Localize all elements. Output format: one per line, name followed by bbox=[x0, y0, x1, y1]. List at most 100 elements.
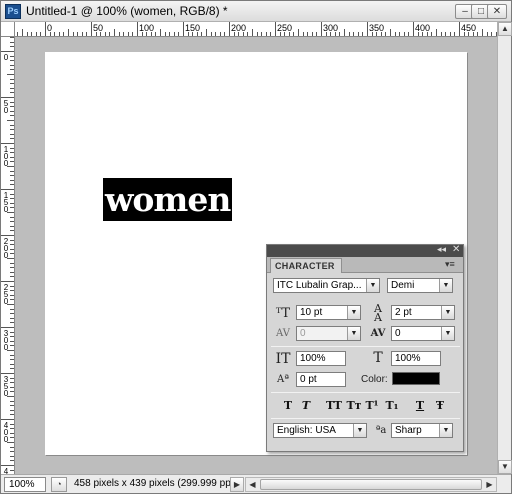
scroll-right-arrow[interactable]: ▶ bbox=[483, 478, 496, 491]
ruler-label: 400 bbox=[415, 23, 431, 33]
ruler-label: 400 bbox=[3, 421, 9, 444]
font-size-icon: ᵀT bbox=[275, 306, 291, 321]
tab-character[interactable]: CHARACTER bbox=[270, 258, 342, 273]
all-caps-button[interactable]: TT bbox=[325, 399, 343, 413]
tracking-value: 0 bbox=[395, 328, 401, 339]
ruler-tick bbox=[35, 32, 37, 36]
ruler-tick bbox=[293, 32, 295, 36]
kerning-field[interactable]: 0 ▼ bbox=[296, 326, 361, 341]
scroll-left-arrow[interactable]: ◀ bbox=[246, 478, 259, 491]
window-title: Untitled-1 @ 100% (women, RGB/8) * bbox=[26, 4, 228, 18]
font-size-field[interactable]: 10 pt ▼ bbox=[296, 305, 361, 320]
ruler-tick bbox=[1, 465, 14, 466]
ruler-tick bbox=[68, 29, 69, 36]
panel-header-bar[interactable]: ◂◂ ✕ bbox=[267, 244, 463, 257]
canvas-area: women ◂◂ ✕ CHARACTER ▾≡ ITC Lubalin Grap… bbox=[15, 38, 497, 474]
ruler-tick bbox=[344, 29, 345, 36]
ruler-label: 0 bbox=[47, 23, 53, 33]
ruler-tick bbox=[403, 32, 405, 36]
scrollbar-thumb[interactable] bbox=[260, 479, 482, 490]
ruler-tick bbox=[183, 22, 184, 36]
faux-bold-button[interactable]: T bbox=[281, 399, 295, 413]
ruler-tick bbox=[399, 32, 401, 36]
ruler-tick bbox=[491, 32, 493, 36]
ruler-tick bbox=[459, 22, 460, 36]
resize-grip[interactable] bbox=[497, 477, 511, 492]
text-layer-women[interactable]: women bbox=[103, 178, 233, 221]
language-value: English: USA bbox=[277, 425, 336, 436]
superscript-button[interactable]: T¹ bbox=[365, 399, 379, 413]
ruler-tick bbox=[72, 32, 74, 36]
strikethrough-button[interactable]: Ŧ bbox=[433, 399, 447, 413]
close-panel-icon[interactable]: ✕ bbox=[452, 244, 460, 255]
font-style-select[interactable]: Demi ▼ bbox=[387, 278, 453, 293]
baseline-shift-value: 0 pt bbox=[300, 374, 317, 385]
font-style-value: Demi bbox=[391, 280, 415, 291]
ruler-tick bbox=[298, 29, 299, 36]
ruler-label: 50 bbox=[3, 99, 9, 115]
vertical-scrollbar[interactable]: ▲ ▼ bbox=[497, 22, 512, 474]
ruler-tick bbox=[137, 22, 138, 36]
ruler-tick bbox=[86, 32, 88, 36]
ruler-tick bbox=[385, 32, 387, 36]
photoshop-app-icon: Ps bbox=[5, 4, 21, 19]
close-button[interactable]: ✕ bbox=[487, 4, 507, 19]
ruler-tick bbox=[7, 120, 14, 121]
language-select[interactable]: English: USA ▼ bbox=[273, 423, 367, 438]
panel-menu-icon[interactable]: ▾≡ bbox=[445, 259, 455, 270]
anti-alias-select[interactable]: Sharp ▼ bbox=[391, 423, 453, 438]
ruler-tick bbox=[436, 29, 437, 36]
ruler-label: 350 bbox=[3, 375, 9, 398]
chevron-down-icon: ▼ bbox=[439, 424, 452, 437]
scroll-down-arrow[interactable]: ▼ bbox=[498, 460, 512, 474]
ruler-tick bbox=[394, 32, 396, 36]
leading-field[interactable]: 2 pt ▼ bbox=[391, 305, 455, 320]
ruler-label: 350 bbox=[369, 23, 385, 33]
ruler-tick bbox=[247, 32, 249, 36]
ruler-tick bbox=[1, 51, 14, 52]
collapse-panel-icon[interactable]: ◂◂ bbox=[437, 244, 446, 255]
kerning-icon: AV bbox=[276, 328, 290, 339]
character-panel: ◂◂ ✕ CHARACTER ▾≡ ITC Lubalin Grap... ▼ … bbox=[266, 244, 464, 452]
font-family-select[interactable]: ITC Lubalin Grap... ▼ bbox=[273, 278, 380, 293]
ruler-tick bbox=[307, 32, 309, 36]
ruler-tick bbox=[1, 419, 14, 420]
ruler-label: 50 bbox=[93, 23, 104, 33]
faux-italic-button[interactable]: T bbox=[299, 399, 313, 413]
title-bar[interactable]: Ps Untitled-1 @ 100% (women, RGB/8) * – … bbox=[1, 1, 511, 22]
ruler-origin[interactable] bbox=[1, 22, 15, 37]
horizontal-scale-field[interactable]: 100% bbox=[391, 351, 441, 366]
ruler-tick bbox=[1, 189, 14, 190]
status-info-icon[interactable]: ◔ bbox=[51, 477, 67, 492]
subscript-button[interactable]: T₁ bbox=[385, 399, 399, 413]
panel-tab-bar: CHARACTER ▾≡ bbox=[267, 257, 463, 273]
ruler-label: 200 bbox=[3, 237, 9, 260]
horizontal-ruler[interactable]: 0 50 100 150 200 250 300 350 400 450 bbox=[15, 22, 497, 37]
ruler-tick bbox=[1, 327, 14, 328]
ruler-tick bbox=[270, 32, 272, 36]
ruler-label: 300 bbox=[323, 23, 339, 33]
ruler-tick bbox=[275, 22, 276, 36]
document-info: 458 pixels x 439 pixels (299.999 ppi) bbox=[74, 478, 237, 489]
ruler-tick bbox=[127, 32, 129, 36]
ruler-tick bbox=[357, 32, 359, 36]
baseline-shift-field[interactable]: 0 pt bbox=[296, 372, 346, 387]
vertical-scale-value: 100% bbox=[300, 353, 326, 364]
ruler-tick bbox=[486, 32, 488, 36]
text-color-swatch[interactable] bbox=[392, 372, 440, 385]
vertical-ruler[interactable]: 050100150200250300350400450 bbox=[1, 37, 15, 474]
status-menu-arrow[interactable]: ▶ bbox=[230, 477, 244, 492]
ruler-tick bbox=[362, 32, 364, 36]
ruler-tick bbox=[7, 74, 14, 75]
horizontal-scrollbar[interactable]: ◀ ▶ bbox=[245, 477, 497, 492]
scroll-up-arrow[interactable]: ▲ bbox=[498, 22, 512, 36]
tracking-field[interactable]: 0 ▼ bbox=[391, 326, 455, 341]
vertical-scale-field[interactable]: 100% bbox=[296, 351, 346, 366]
status-bar: 100% ◔ 458 pixels x 439 pixels (299.999 … bbox=[1, 474, 511, 493]
ruler-tick bbox=[77, 32, 79, 36]
small-caps-button[interactable]: Tт bbox=[345, 399, 363, 413]
ruler-tick bbox=[321, 22, 322, 36]
zoom-level-field[interactable]: 100% bbox=[4, 477, 46, 492]
underline-button[interactable]: T bbox=[413, 399, 427, 413]
ruler-tick bbox=[132, 32, 134, 36]
